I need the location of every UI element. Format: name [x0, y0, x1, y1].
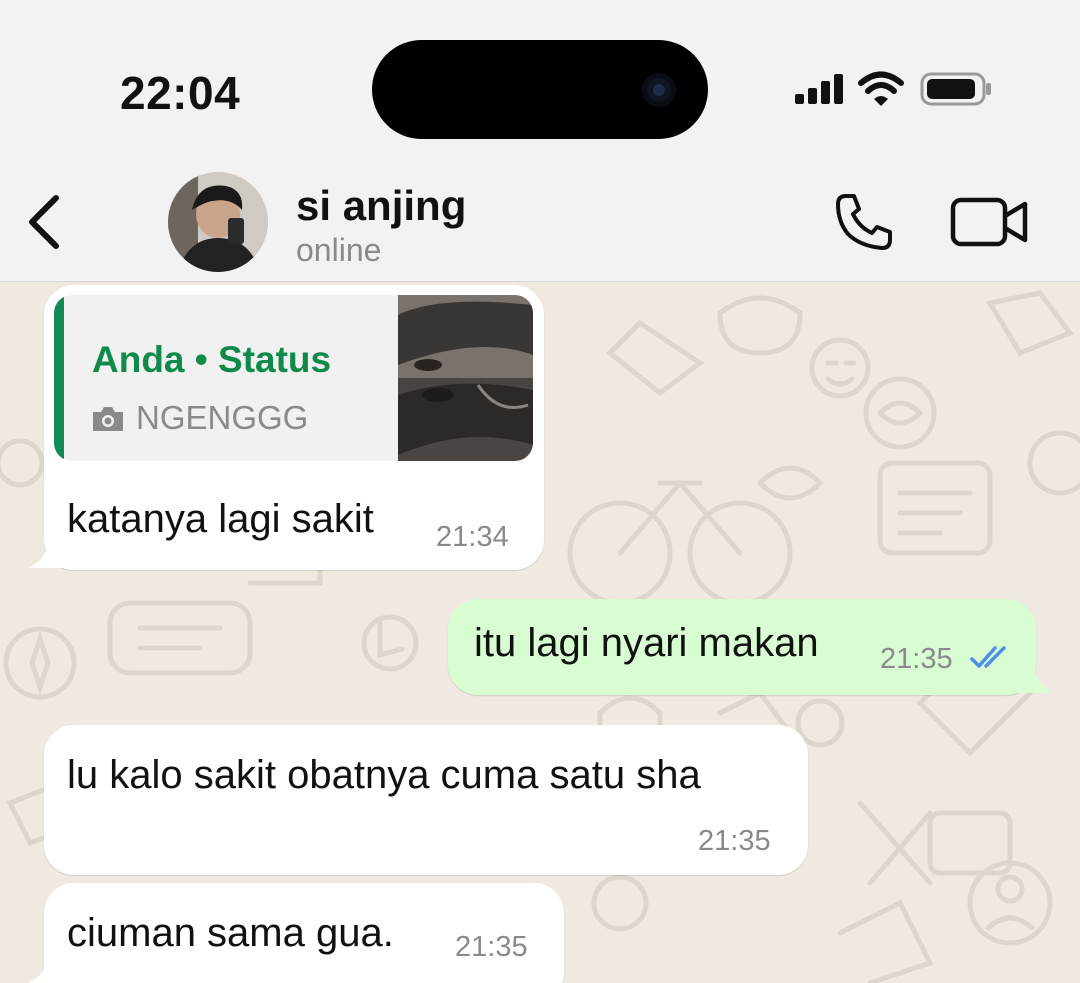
message-text: katanya lagi sakit: [67, 497, 374, 541]
contact-name[interactable]: si anjing: [296, 182, 466, 230]
video-camera-icon[interactable]: [950, 194, 1030, 250]
quote-accent-bar: [54, 295, 64, 461]
status-time: 22:04: [120, 67, 241, 119]
chat-area[interactable]: Anda • Status NGENGGG katanya lagi sakit…: [0, 283, 1080, 983]
message-text: ciuman sama gua.: [67, 911, 394, 955]
message-bubble-incoming[interactable]: ciuman sama gua. 21:35: [44, 883, 564, 983]
camera-icon: [93, 407, 123, 431]
message-bubble-incoming[interactable]: Anda • Status NGENGGG katanya lagi sakit…: [44, 285, 544, 570]
bubble-tail: [28, 540, 64, 568]
quote-caption: NGENGGG: [136, 399, 309, 436]
status-bar: 22:04: [0, 0, 1080, 170]
message-text: itu lagi nyari makan: [474, 621, 819, 665]
avatar[interactable]: [168, 172, 268, 272]
message-time: 21:35: [455, 931, 528, 963]
phone-icon[interactable]: [832, 190, 896, 254]
battery-icon: [920, 72, 991, 106]
quote-title: Anda • Status: [92, 339, 332, 380]
chevron-left-icon[interactable]: [22, 192, 66, 252]
wifi-icon: [858, 71, 904, 106]
avatar-photo: [168, 172, 268, 272]
cellular-signal-icon: [795, 74, 843, 104]
contact-status: online: [296, 232, 382, 268]
front-camera-icon: [642, 73, 676, 107]
bubble-tail: [28, 955, 64, 983]
dynamic-island: [372, 40, 708, 139]
message-time: 21:35: [698, 825, 771, 857]
message-bubble-outgoing[interactable]: itu lagi nyari makan 21:35: [448, 599, 1036, 695]
quoted-status[interactable]: Anda • Status NGENGGG: [54, 295, 533, 461]
message-text: lu kalo sakit obatnya cuma satu sha: [67, 753, 701, 797]
double-check-read-icon: [970, 646, 1006, 668]
status-thumbnail: [398, 295, 533, 461]
chat-header: si anjing online: [0, 170, 1080, 282]
bubble-tail: [1018, 665, 1054, 693]
message-bubble-incoming[interactable]: lu kalo sakit obatnya cuma satu sha 21:3…: [44, 725, 808, 875]
message-time: 21:34: [436, 521, 509, 553]
message-time: 21:35: [880, 643, 953, 675]
